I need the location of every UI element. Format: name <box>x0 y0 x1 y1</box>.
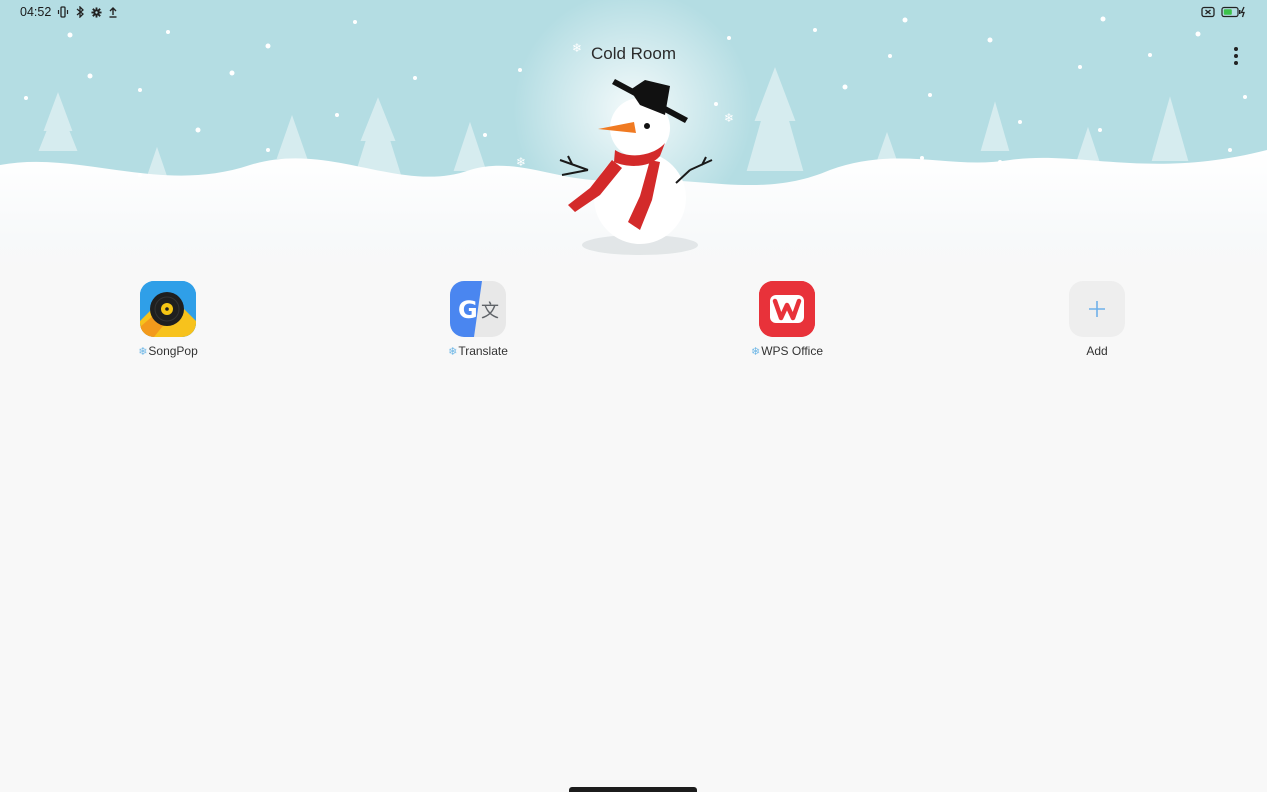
status-bar: 04:52 <box>0 0 1267 24</box>
winter-banner: ❄ ❄ ❄ <box>0 0 1267 275</box>
app-label-text: Add <box>1086 344 1108 358</box>
songpop-app-icon[interactable] <box>140 281 196 337</box>
app-grid: ❄ SongPop G 文 ❄ Translate ❄ WPS Office A… <box>0 281 1267 371</box>
wps-office-app-icon[interactable] <box>759 281 815 337</box>
folder-title-row: Cold Room <box>0 44 1267 64</box>
snowflake-icon: ❄ <box>750 345 761 358</box>
add-app-button[interactable]: Add <box>1037 281 1157 358</box>
upload-icon <box>108 6 118 18</box>
app-label: ❄ SongPop <box>138 344 198 358</box>
app-label: Add <box>1086 344 1107 358</box>
more-vertical-icon <box>1234 47 1238 51</box>
snowflake-icon: ❄ <box>516 155 526 169</box>
app-label: ❄ Translate <box>448 344 508 358</box>
battery-charging-icon <box>1221 6 1247 18</box>
app-label-text: WPS Office <box>761 344 823 358</box>
app-wps-office[interactable]: ❄ WPS Office <box>727 281 847 358</box>
status-left: 04:52 <box>20 5 118 19</box>
settings-icon <box>91 6 102 18</box>
bluetooth-icon <box>75 6 85 18</box>
svg-text:文: 文 <box>481 301 499 322</box>
home-indicator[interactable] <box>569 787 697 792</box>
status-time: 04:52 <box>20 5 52 19</box>
app-label-text: SongPop <box>148 344 198 358</box>
add-app-icon[interactable] <box>1069 281 1125 337</box>
app-songpop[interactable]: ❄ SongPop <box>108 281 228 358</box>
app-translate[interactable]: G 文 ❄ Translate <box>418 281 538 358</box>
vibrate-icon <box>57 6 69 18</box>
svg-text:G: G <box>458 296 478 324</box>
app-label: ❄ WPS Office <box>751 344 823 358</box>
no-sim-icon <box>1201 6 1215 18</box>
translate-app-icon[interactable]: G 文 <box>450 281 506 337</box>
snowflake-icon: ❄ <box>138 345 148 358</box>
folder-title[interactable]: Cold Room <box>591 44 676 63</box>
more-options-button[interactable] <box>1225 44 1247 68</box>
status-right <box>1201 6 1247 18</box>
app-label-text: Translate <box>458 344 508 358</box>
winter-scene-illustration: ❄ ❄ ❄ <box>0 0 1267 275</box>
plus-icon <box>1089 301 1105 317</box>
snowflake-icon: ❄ <box>724 111 734 125</box>
snowflake-icon: ❄ <box>448 345 458 358</box>
